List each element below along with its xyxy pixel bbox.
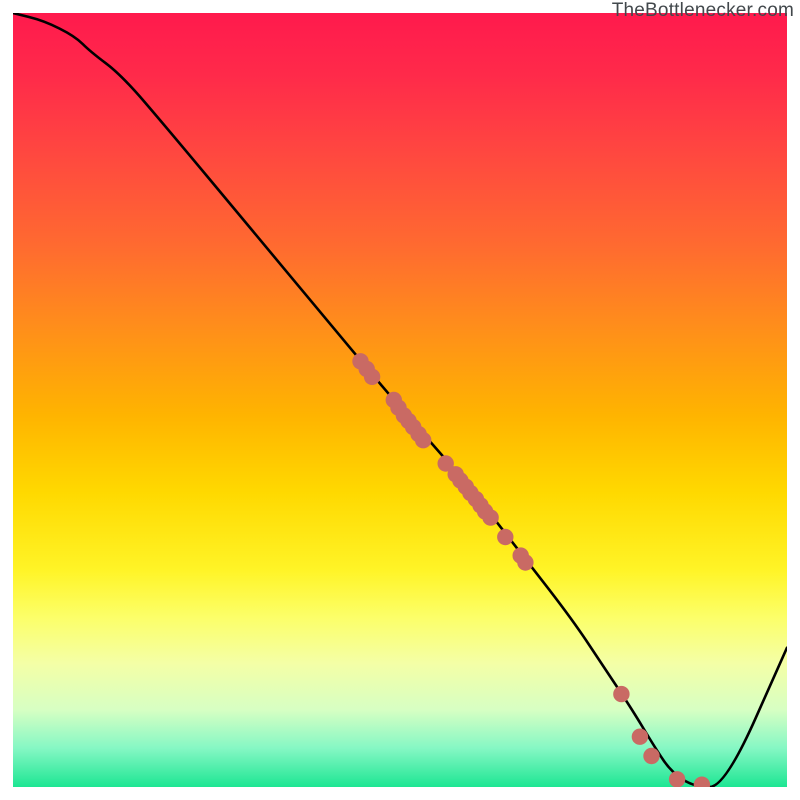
curve-marker: [669, 771, 685, 787]
curve-marker: [364, 369, 380, 385]
curve-marker: [694, 777, 710, 788]
chart-svg: [13, 13, 787, 787]
curve-marker: [517, 554, 533, 570]
attribution-text: TheBottlenecker.com: [612, 0, 794, 22]
curve-marker: [632, 729, 648, 745]
curve-marker: [415, 432, 431, 448]
plot-area: [13, 13, 787, 787]
curve-marker: [643, 748, 659, 764]
curve-marker: [613, 686, 629, 702]
curve-marker: [497, 529, 513, 545]
chart-container: TheBottlenecker.com: [0, 0, 800, 800]
curve-marker: [482, 509, 498, 525]
curve-markers: [352, 353, 710, 787]
